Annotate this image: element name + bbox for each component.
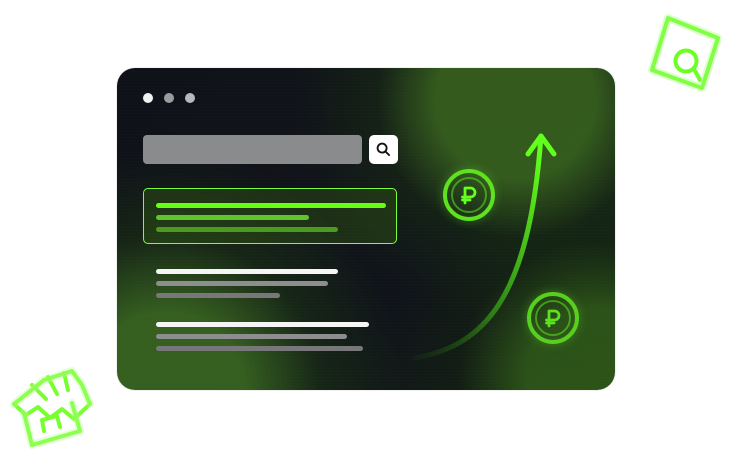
- ruble-icon: [461, 186, 477, 205]
- ruble-coin-icon: [527, 292, 579, 344]
- result-line: [156, 269, 338, 274]
- result-line: [156, 281, 328, 286]
- result-line: [156, 346, 363, 351]
- illustration-stage: [0, 0, 738, 464]
- highlighted-result-card[interactable]: [143, 188, 397, 244]
- search-document-icon: [648, 14, 722, 92]
- highlighted-result-line: [156, 203, 386, 208]
- search-input[interactable]: [143, 135, 362, 164]
- result-line: [156, 322, 369, 327]
- search-icon: [376, 142, 391, 157]
- result-line: [156, 293, 280, 298]
- store-icon: [10, 367, 94, 449]
- window-dot-minimize: [164, 93, 174, 103]
- ruble-icon: [545, 309, 561, 328]
- window-dot-close: [143, 93, 153, 103]
- highlighted-result-line: [156, 215, 309, 220]
- browser-window: [117, 68, 615, 390]
- ruble-coin-icon: [443, 169, 495, 221]
- result-line: [156, 334, 347, 339]
- search-button[interactable]: [369, 135, 398, 164]
- highlighted-result-line: [156, 227, 338, 232]
- window-dot-maximize: [185, 93, 195, 103]
